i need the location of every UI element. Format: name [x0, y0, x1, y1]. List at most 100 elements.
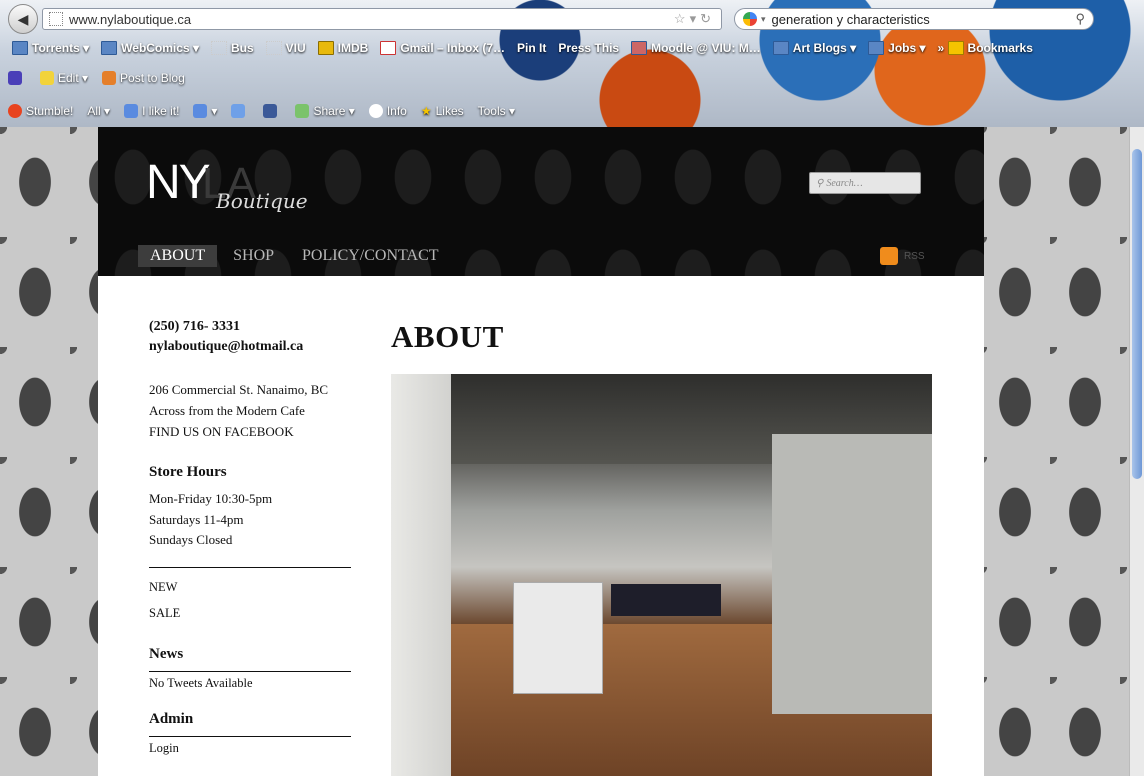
category-sale[interactable]: SALE [149, 600, 351, 626]
stumble-button[interactable]: Stumble! [8, 104, 73, 118]
facebook-link[interactable]: FIND US ON FACEBOOK [149, 421, 351, 442]
folder-icon [101, 41, 118, 55]
address-block: 206 Commercial St. Nanaimo, BC Across fr… [149, 379, 351, 442]
blog-toolbar: Edit ▾ Post to Blog [0, 66, 1144, 90]
category-new[interactable]: NEW [149, 574, 351, 600]
gmail-icon [380, 41, 397, 55]
tools-dropdown[interactable]: Tools ▾ [478, 104, 515, 118]
address-bar[interactable]: www.nylaboutique.ca ☆▾↻ [42, 8, 722, 30]
nav-policy-contact[interactable]: POLICY/CONTACT [290, 245, 451, 267]
tag-button[interactable] [231, 104, 249, 118]
post-to-blog-button[interactable]: Post to Blog [102, 71, 185, 85]
site-search-input[interactable]: ⚲ Search… [809, 172, 921, 194]
tools-label: Tools [477, 104, 506, 118]
edit-label: Edit [58, 71, 79, 85]
pencil-icon [40, 71, 54, 85]
bookmark-pinit[interactable]: Pin It [517, 41, 546, 55]
page-title: ABOUT [391, 319, 504, 354]
address-line-2: Across from the Modern Cafe [149, 403, 305, 418]
facebook-button[interactable] [263, 104, 281, 118]
i-like-it-label: I like it! [142, 104, 180, 118]
hours-sunday: Sundays Closed [149, 532, 233, 547]
site-logo[interactable]: NY LA Boutique [146, 155, 308, 213]
search-query: generation y characteristics [771, 11, 930, 27]
rss-label: RSS [904, 250, 925, 262]
browser-chrome: ◀ www.nylaboutique.ca ☆▾↻ ▾ generation y… [0, 0, 1144, 127]
bookmark-label: Art Blogs [792, 41, 847, 55]
bookmark-label: Gmail – Inbox (7… [400, 41, 506, 55]
email-address[interactable]: nylaboutique@hotmail.ca [149, 337, 351, 357]
tag-icon [231, 104, 246, 118]
bookmark-pressthis[interactable]: Press This [558, 41, 619, 55]
bookmark-star-icon[interactable]: ☆▾↻ [674, 11, 715, 27]
bookmarks-toolbar: Torrents ▾ WebComics ▾ Bus VIU IMDB Gmai… [0, 36, 1144, 60]
search-placeholder: Search… [826, 177, 863, 189]
page-scrollbar[interactable] [1129, 127, 1144, 776]
bookmark-label: VIU [285, 41, 306, 55]
photo-left-wall [391, 374, 451, 776]
i-like-it-button[interactable]: I like it! [124, 104, 179, 118]
folder-icon [12, 41, 28, 55]
bookmark-label: Jobs [888, 41, 917, 55]
share-icon [295, 104, 310, 118]
search-bar[interactable]: ▾ generation y characteristics ⚲ [734, 8, 1094, 30]
photo-right-wall [772, 434, 932, 714]
news-text: No Tweets Available [149, 675, 253, 690]
dropdown-icon[interactable]: ▾ [761, 14, 766, 25]
bookmark-webcomics[interactable]: WebComics ▾ [101, 41, 199, 55]
bookmark-label: Torrents [32, 41, 80, 55]
magnifier-icon[interactable]: ⚲ [1075, 11, 1085, 27]
bookmark-label: Bus [230, 41, 254, 55]
info-button[interactable]: Info [368, 104, 407, 118]
info-label: Info [386, 104, 407, 118]
logo-boutique: Boutique [216, 189, 308, 213]
back-button[interactable]: ◀ [8, 4, 38, 34]
bookmark-imdb[interactable]: IMDB [317, 41, 369, 55]
thumbs-down-icon [193, 104, 208, 118]
bookmark-artblogs[interactable]: Art Blogs ▾ [772, 41, 856, 55]
address-line-1: 206 Commercial St. Nanaimo, BC [149, 382, 329, 397]
all-label: All [87, 104, 101, 118]
photo-counter [513, 582, 603, 694]
site-nav: ABOUT SHOP POLICY/CONTACT [138, 245, 455, 267]
edit-button[interactable]: Edit ▾ [40, 71, 88, 85]
site-header: NY LA Boutique ⚲ Search… ABOUT SHOP POLI… [98, 127, 984, 276]
admin-login-link[interactable]: Login [149, 741, 351, 756]
page-icon [210, 41, 227, 55]
store-hours-title: Store Hours [149, 464, 227, 480]
blog-icon [102, 71, 117, 85]
navigation-toolbar: ◀ www.nylaboutique.ca ☆▾↻ ▾ generation y… [0, 4, 1144, 34]
bookmark-bus[interactable]: Bus [210, 41, 254, 55]
scrollbar-thumb[interactable] [1132, 149, 1142, 479]
url-text: www.nylaboutique.ca [69, 11, 192, 27]
bookmark-label: IMDB [337, 41, 369, 55]
bookmark-label: WebComics [121, 41, 190, 55]
all-dropdown[interactable]: All ▾ [87, 104, 110, 118]
ct-button[interactable] [8, 71, 26, 85]
thumbs-down-button[interactable]: ▾ [193, 104, 217, 118]
hours-weekday: Mon-Friday 10:30-5pm [149, 491, 273, 506]
bookmark-torrents[interactable]: Torrents ▾ [12, 41, 89, 55]
star-icon [947, 41, 964, 55]
nav-shop[interactable]: SHOP [221, 245, 286, 267]
bookmark-gmail[interactable]: Gmail – Inbox (7… [380, 41, 505, 55]
bookmark-viu[interactable]: VIU [265, 41, 306, 55]
likes-button[interactable]: ★ Likes [421, 104, 464, 118]
imdb-icon [317, 41, 334, 55]
sidebar-divider [149, 566, 351, 568]
bookmarks-menu[interactable]: » Bookmarks [938, 41, 1033, 55]
store-hours: Mon-Friday 10:30-5pm Saturdays 11-4pm Su… [149, 489, 351, 551]
rss-link[interactable]: RSS [880, 247, 925, 265]
google-icon[interactable] [743, 12, 757, 26]
logo-ny: NY [146, 156, 211, 209]
bookmark-jobs[interactable]: Jobs ▾ [868, 41, 926, 55]
nav-about[interactable]: ABOUT [138, 245, 218, 267]
hours-saturday: Saturdays 11-4pm [149, 511, 244, 527]
bookmark-moodle[interactable]: Moodle @ VIU: M… [631, 41, 761, 55]
post-label: Post to Blog [120, 71, 185, 85]
share-button[interactable]: Share ▾ [295, 104, 355, 118]
phone-number: (250) 716- 3331 [149, 319, 240, 334]
moodle-icon [631, 41, 648, 55]
store-interior-photo [391, 374, 932, 776]
back-arrow-icon: ◀ [17, 10, 29, 27]
